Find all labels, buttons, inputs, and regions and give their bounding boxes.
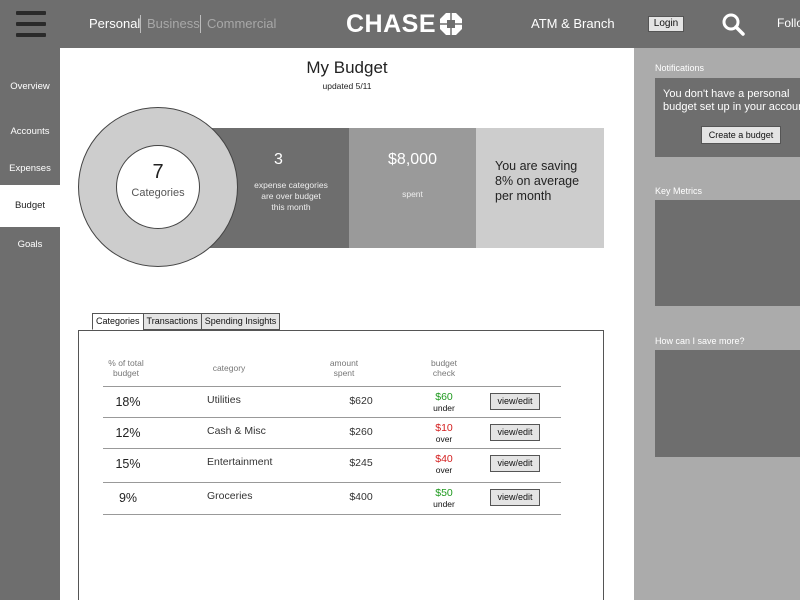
categories-panel: % of total budget category amount spent … <box>78 330 604 600</box>
table-row: 15% Entertainment $245 $40 over view/edi… <box>103 448 561 481</box>
check-label: under <box>433 499 455 509</box>
check-label: over <box>435 465 453 475</box>
check-amount: $40 <box>435 453 453 465</box>
header-pct: % of total budget <box>108 358 144 378</box>
segment-business[interactable]: Business <box>147 16 200 32</box>
row-budget-check: $10 over <box>419 422 469 445</box>
row-category: Utilities <box>207 394 241 406</box>
donut-center: 7 Categories <box>116 145 200 229</box>
row-category: Groceries <box>207 490 253 502</box>
row-category: Cash & Misc <box>207 425 266 437</box>
create-budget-button[interactable]: Create a budget <box>701 126 781 144</box>
updated-date: updated 5/11 <box>322 81 372 91</box>
saving-card: You are saving 8% on average per month <box>476 128 604 248</box>
main-content: My Budget updated 5/11 3 expense categor… <box>60 48 634 600</box>
top-bar: Personal Business Commercial CHASE ATM &… <box>0 0 800 48</box>
check-label: under <box>433 403 455 413</box>
nav-item-expenses[interactable]: Expenses <box>0 148 60 190</box>
view-edit-button[interactable]: view/edit <box>490 393 540 410</box>
atm-branch-link[interactable]: ATM & Branch <box>531 16 615 31</box>
segment-divider <box>200 15 201 33</box>
spent-card: $8,000 spent <box>349 128 476 248</box>
table-row: 9% Groceries $400 $50 under view/edit <box>103 482 561 515</box>
key-metrics-box <box>655 200 800 306</box>
notifications-label: Notifications <box>655 63 705 73</box>
search-icon[interactable] <box>721 12 745 36</box>
over-budget-text: expense categories are over budget this … <box>254 180 328 212</box>
key-metrics-label: Key Metrics <box>655 186 703 196</box>
segment-personal[interactable]: Personal <box>89 16 140 32</box>
chase-octagon-icon <box>440 13 463 35</box>
right-sidebar: Notifications You don't have a personal … <box>634 48 800 600</box>
nav-item-budget[interactable]: Budget <box>0 185 60 227</box>
check-amount: $10 <box>435 422 453 434</box>
tab-categories[interactable]: Categories <box>92 313 143 330</box>
nav-item-accounts[interactable]: Accounts <box>0 111 60 153</box>
chase-logo[interactable]: CHASE <box>346 10 463 38</box>
spent-amount: $8,000 <box>388 151 437 168</box>
row-amount: $620 <box>349 395 373 407</box>
row-budget-check: $40 over <box>419 453 469 476</box>
notification-text: You don't have a personal budget set up … <box>663 88 800 113</box>
row-budget-check: $60 under <box>419 391 469 414</box>
view-edit-button[interactable]: view/edit <box>490 424 540 441</box>
row-category: Entertainment <box>207 456 273 468</box>
follow-link[interactable]: Follow <box>777 16 800 30</box>
tab-spending-insights[interactable]: Spending Insights <box>200 313 281 330</box>
table-row: 18% Utilities $620 $60 under view/edit <box>103 386 561 419</box>
row-pct: 18% <box>115 395 141 409</box>
save-more-box <box>655 350 800 457</box>
login-button[interactable]: Login <box>648 16 684 32</box>
row-pct: 9% <box>118 491 138 505</box>
check-amount: $60 <box>435 391 453 403</box>
row-budget-check: $50 under <box>419 487 469 510</box>
save-more-label: How can I save more? <box>655 336 745 346</box>
left-nav: Overview Accounts Expenses Budget Goals <box>0 48 60 600</box>
check-label: over <box>435 434 453 444</box>
segment-divider <box>140 15 141 33</box>
view-edit-button[interactable]: view/edit <box>490 455 540 472</box>
nav-item-overview[interactable]: Overview <box>0 66 60 108</box>
logo-text: CHASE <box>346 10 437 38</box>
categories-count: 7 <box>152 161 164 183</box>
row-pct: 15% <box>115 457 141 471</box>
row-amount: $260 <box>349 426 373 438</box>
page-title: My Budget <box>306 58 388 77</box>
notifications-box: You don't have a personal budget set up … <box>655 78 800 157</box>
nav-item-goals[interactable]: Goals <box>0 224 60 266</box>
budget-tabs: Categories Transactions Spending Insight… <box>92 313 281 330</box>
header-category: category <box>212 363 246 373</box>
table-row: 12% Cash & Misc $260 $10 over view/edit <box>103 417 561 450</box>
view-edit-button[interactable]: view/edit <box>490 489 540 506</box>
row-amount: $400 <box>349 491 373 503</box>
check-amount: $50 <box>435 487 453 499</box>
tab-transactions[interactable]: Transactions <box>142 313 201 330</box>
row-pct: 12% <box>115 426 141 440</box>
header-check: budget check <box>431 358 457 378</box>
spent-label: spent <box>402 189 423 199</box>
header-amount: amount spent <box>329 358 359 378</box>
categories-donut[interactable]: 7 Categories <box>78 107 238 267</box>
categories-label: Categories <box>131 187 185 199</box>
saving-text: You are saving 8% on average per month <box>495 159 580 203</box>
menu-icon[interactable] <box>16 11 46 37</box>
row-amount: $245 <box>349 457 373 469</box>
segment-commercial[interactable]: Commercial <box>207 16 276 32</box>
